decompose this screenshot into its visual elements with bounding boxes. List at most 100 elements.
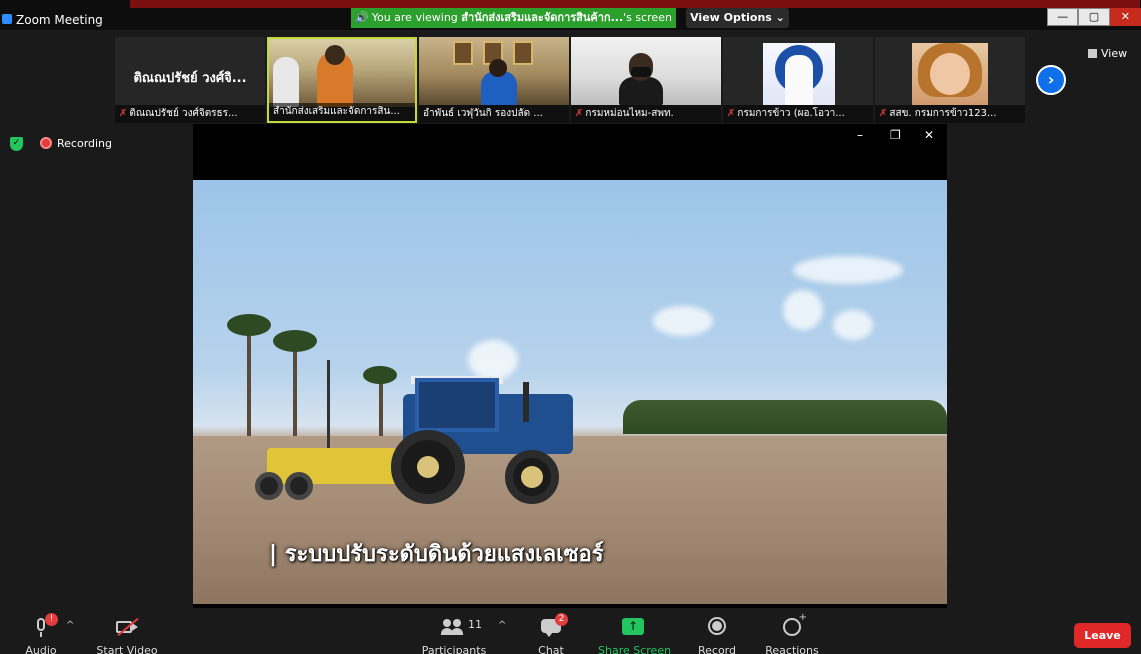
participant-name-bar: สำนักส่งเสริมและจัดการสิน... (269, 103, 415, 121)
record-icon (706, 616, 728, 638)
background-strip (130, 0, 1140, 8)
share-screen-icon: ↑ (622, 616, 644, 638)
encryption-shield-icon[interactable]: ✓ (10, 137, 23, 151)
chat-icon: 2 (540, 613, 568, 638)
reactions-label: Reactions (765, 644, 819, 654)
palm-tree (293, 346, 297, 446)
reactions-button[interactable]: + Reactions (764, 612, 820, 654)
next-page-arrow-icon[interactable]: › (1036, 65, 1066, 95)
audio-options-caret[interactable]: ^ (66, 620, 74, 631)
participant-video (269, 39, 415, 107)
start-video-label: Start Video (96, 644, 158, 654)
reactions-smiley-icon: + (781, 612, 807, 638)
participant-strip: ติณณปรัชย์ วงศ์จิ... ✗ ติณณปรัชย์ วงศ์จิต… (115, 37, 1025, 123)
share-minimize-button[interactable]: – (857, 128, 863, 142)
mic-muted-icon: ✗ (727, 108, 736, 119)
speaker-icon: 🔊 (355, 11, 369, 24)
cloud (653, 306, 713, 336)
close-button[interactable]: ✕ (1109, 8, 1141, 26)
participant-video (571, 37, 721, 105)
participant-video (419, 37, 569, 105)
recording-dot-icon (40, 137, 52, 149)
palm-tree (273, 330, 317, 352)
window-title: Zoom Meeting (16, 13, 103, 27)
share-screen-label: Share Screen (598, 644, 672, 654)
meeting-toolbar: ! Audio ^ Start Video 11 Participants ^ … (0, 612, 1141, 654)
audio-label: Audio (25, 644, 57, 654)
participants-options-caret[interactable]: ^ (498, 620, 506, 631)
banner-suffix: 's screen (623, 11, 672, 24)
mic-muted-icon: ✗ (119, 108, 128, 119)
banner-presenter: สำนักส่งเสริมและจัดการสินค้าก... (461, 11, 624, 24)
participant-name: อำพันธ์ เวฬุวันกิ รองปลัด ... (423, 108, 543, 119)
banner-prefix: You are viewing (371, 11, 458, 24)
share-close-button[interactable]: ✕ (924, 128, 934, 142)
tractor-exhaust (523, 382, 529, 422)
participants-count: 11 (468, 618, 482, 631)
leave-button[interactable]: Leave (1074, 623, 1131, 648)
recording-label: Recording (57, 137, 113, 150)
audio-button[interactable]: ! Audio (20, 612, 62, 654)
window-controls: — ▢ ✕ (1047, 8, 1141, 26)
tractor-rear-wheel (391, 430, 465, 504)
view-label: View (1101, 47, 1128, 60)
cloud (468, 340, 518, 380)
participant-tile[interactable]: ✗ กรมหม่อนไหม-สพท. (571, 37, 721, 123)
shared-video-frame: | ระบบปรับระดับดินด้วยแสงเลเซอร์ (193, 180, 947, 604)
participant-name: สสข. กรมการข้าว123... (889, 108, 997, 119)
cloud (783, 290, 823, 330)
participants-label: Participants (421, 644, 487, 654)
participant-center-name: ติณณปรัชย์ วงศ์จิ... (133, 71, 247, 86)
participant-name: กรมการข้าว (ผอ.โอวา... (737, 108, 845, 119)
participant-name: สำนักส่งเสริมและจัดการสิน... (273, 106, 400, 117)
participant-name-bar: ✗ สสข. กรมการข้าว123... (875, 105, 1025, 123)
view-options-button[interactable]: View Options ⌄ (686, 8, 789, 28)
participant-name: ติณณปรัชย์ วงศ์จิตรธร... (129, 108, 238, 119)
participant-tile[interactable]: ✗ กรมการข้าว (ผอ.โอวา... (723, 37, 873, 123)
tractor-cab (415, 378, 499, 432)
chat-button[interactable]: 2 Chat (530, 612, 572, 654)
video-caption: | ระบบปรับระดับดินด้วยแสงเลเซอร์ (269, 542, 604, 567)
zoom-meeting-window: Zoom Meeting 🔊 You are viewing สำนักส่งเส… (0, 0, 1141, 654)
grid-icon (1088, 49, 1097, 58)
record-button[interactable]: Record (694, 612, 740, 654)
mic-muted-icon: ✗ (879, 108, 888, 119)
participants-button[interactable]: 11 Participants (420, 612, 488, 654)
participant-name: กรมหม่อนไหม-สพท. (585, 108, 674, 119)
laser-receiver-pole (327, 360, 330, 452)
cloud (793, 256, 903, 284)
microphone-icon: ! (30, 613, 58, 638)
minimize-button[interactable]: — (1047, 8, 1079, 26)
record-label: Record (697, 644, 736, 654)
participant-tile[interactable]: อำพันธ์ เวฬุวันกิ รองปลัด ... (419, 37, 569, 123)
recording-indicator[interactable]: Recording (40, 137, 112, 150)
blade-wheel (255, 472, 283, 500)
palm-tree (227, 314, 271, 336)
participant-tile[interactable]: ✗ สสข. กรมการข้าว123... (875, 37, 1025, 123)
participant-name-bar: ✗ ติณณปรัชย์ วงศ์จิตรธร... (115, 105, 265, 123)
blade-wheel (285, 472, 313, 500)
palm-tree (363, 366, 397, 384)
participant-video (723, 37, 873, 105)
participant-tile-active[interactable]: สำนักส่งเสริมและจัดการสิน... (267, 37, 417, 123)
view-button[interactable]: View (1088, 47, 1127, 60)
participant-name-bar: ✗ กรมการข้าว (ผอ.โอวา... (723, 105, 873, 123)
tractor-front-wheel (505, 450, 559, 504)
share-screen-button[interactable]: ↑ Share Screen (598, 612, 672, 654)
share-restore-button[interactable]: ❐ (890, 128, 901, 142)
start-video-button[interactable]: Start Video (94, 612, 160, 654)
participant-name-bar: อำพันธ์ เวฬุวันกิ รองปลัด ... (419, 105, 569, 123)
participant-tile[interactable]: ติณณปรัชย์ วงศ์จิ... ✗ ติณณปรัชย์ วงศ์จิต… (115, 37, 265, 123)
mic-muted-icon: ✗ (575, 108, 584, 119)
treeline (623, 400, 947, 434)
zoom-logo-icon (2, 14, 12, 24)
shared-screen[interactable]: – ❐ ✕ | ระบบปรับระดับดินด้วยแสงเลเซอร์ (193, 124, 947, 608)
participants-icon (441, 616, 463, 638)
viewing-banner: 🔊 You are viewing สำนักส่งเสริมและจัดการส… (351, 8, 676, 28)
participant-name-bar: ✗ กรมหม่อนไหม-สพท. (571, 105, 721, 123)
maximize-button[interactable]: ▢ (1078, 8, 1110, 26)
camera-off-icon (116, 616, 139, 638)
participant-video (875, 37, 1025, 105)
palm-tree (247, 330, 251, 446)
chat-label: Chat (538, 644, 564, 654)
